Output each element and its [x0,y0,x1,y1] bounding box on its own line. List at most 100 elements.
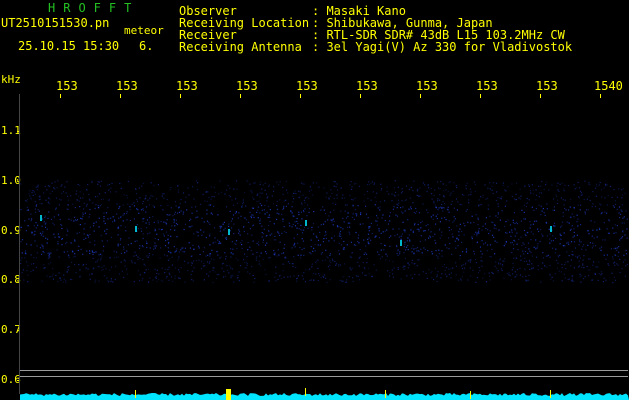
noise-pixel [489,275,491,277]
noise-pixel [218,193,220,195]
noise-pixel [464,264,466,266]
noise-pixel [612,282,614,284]
noise-pixel [294,190,296,192]
noise-pixel [379,201,382,203]
noise-pixel [135,193,138,195]
noise-pixel [118,273,120,275]
noise-pixel [500,198,502,200]
noise-pixel [71,279,73,281]
noise-pixel [82,253,84,255]
noise-pixel [397,186,399,188]
noise-pixel [299,195,301,197]
noise-pixel [439,194,441,196]
noise-pixel [621,268,623,270]
noise-pixel [539,192,541,194]
noise-pixel [338,265,340,267]
noise-pixel [494,224,496,227]
noise-pixel [442,183,444,185]
noise-pixel [117,245,119,247]
baseline-trace [20,393,629,400]
noise-pixel [368,273,370,275]
noise-pixel [525,234,527,237]
noise-pixel [491,234,494,236]
noise-pixel [86,234,88,236]
noise-pixel [600,271,603,273]
noise-pixel [459,228,461,230]
noise-pixel [290,210,292,213]
noise-pixel [31,231,34,233]
noise-pixel [528,274,530,276]
noise-pixel [399,251,401,253]
noise-pixel [81,218,83,220]
time-tick [180,94,181,98]
noise-pixel [171,264,173,266]
noise-pixel [89,252,91,255]
noise-pixel [422,182,425,184]
noise-pixel [438,207,440,209]
noise-pixel [287,276,289,278]
noise-pixel [252,253,254,255]
noise-pixel [449,181,451,183]
noise-pixel [357,261,359,263]
noise-pixel [61,192,63,195]
noise-pixel [489,244,492,246]
noise-pixel [537,228,539,230]
noise-pixel [568,278,570,280]
noise-pixel [502,182,504,184]
noise-pixel [279,241,281,243]
noise-pixel [435,242,437,244]
noise-pixel [116,251,118,253]
noise-pixel [251,214,253,216]
noise-pixel [313,247,315,249]
noise-pixel [154,245,156,247]
noise-pixel [167,268,169,271]
noise-pixel [427,224,429,226]
noise-pixel [45,237,47,239]
noise-pixel [520,236,522,238]
time-tick [420,94,421,98]
noise-pixel [379,206,381,208]
noise-pixel [299,191,301,193]
noise-pixel [602,281,604,283]
noise-pixel [166,275,168,278]
noise-pixel [353,218,355,220]
noise-pixel [301,218,303,220]
noise-pixel [598,184,600,186]
noise-pixel [611,196,613,199]
noise-pixel [523,253,525,255]
noise-pixel [75,193,77,195]
noise-pixel [175,250,177,252]
noise-pixel [103,212,105,214]
noise-pixel [364,252,366,254]
noise-pixel [282,193,284,195]
noise-pixel [177,189,180,191]
noise-pixel [349,233,351,235]
noise-pixel [397,199,400,201]
noise-pixel [61,227,63,230]
noise-pixel [554,252,556,254]
noise-pixel [214,271,216,273]
noise-pixel [456,237,458,239]
noise-pixel [211,213,213,215]
noise-pixel [269,234,271,236]
noise-pixel [391,269,393,271]
noise-pixel [538,204,540,206]
noise-pixel [94,281,96,283]
noise-pixel [63,251,65,253]
noise-pixel [120,216,122,218]
noise-pixel [616,196,618,198]
noise-pixel [78,200,80,202]
noise-pixel [478,228,480,230]
noise-pixel [167,259,170,261]
noise-pixel [142,237,144,240]
noise-pixel [183,260,186,262]
noise-pixel [437,256,439,258]
noise-pixel [60,199,62,201]
noise-pixel [297,223,299,225]
noise-pixel [252,274,254,276]
noise-pixel [329,264,331,266]
noise-pixel [120,238,122,240]
noise-pixel [617,255,619,257]
noise-pixel [438,249,440,251]
noise-pixel [251,192,253,194]
